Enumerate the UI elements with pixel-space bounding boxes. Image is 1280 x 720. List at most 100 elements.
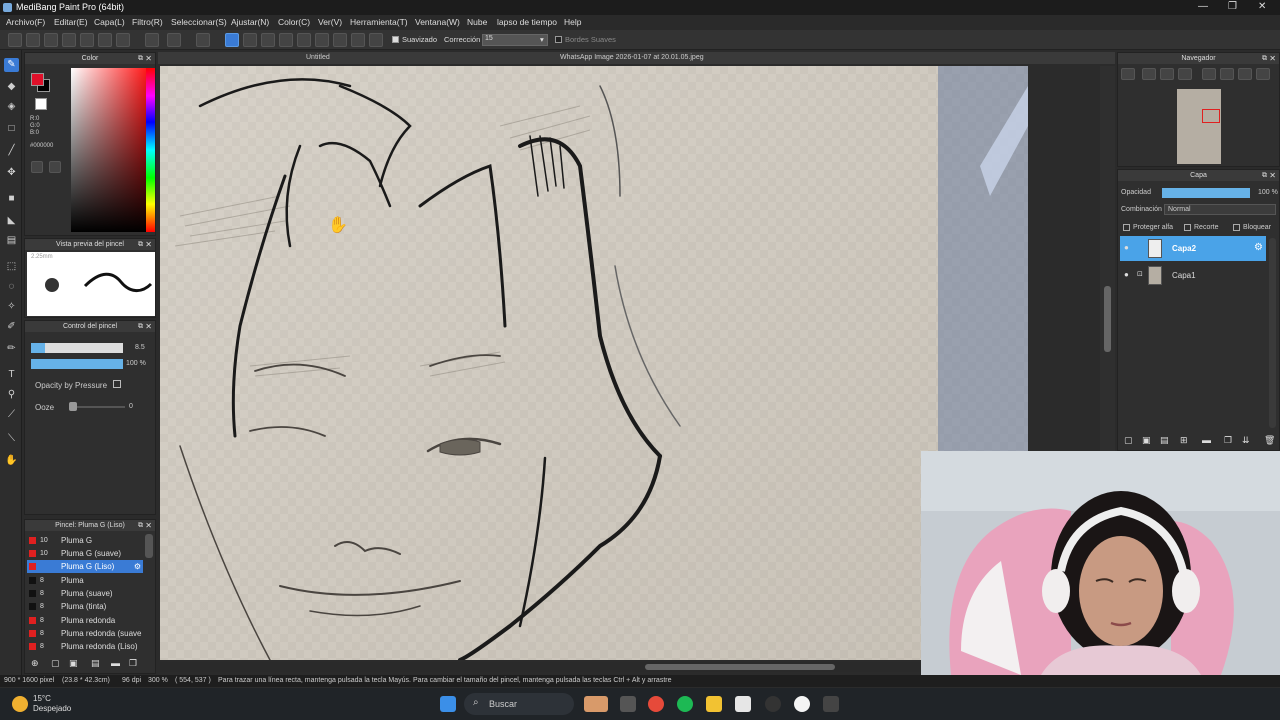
layer-opacity-slider[interactable]: [1162, 188, 1250, 198]
select-pen-tool-icon[interactable]: ✐: [4, 320, 19, 334]
brush-opacity-slider[interactable]: [31, 359, 123, 369]
minimize-button[interactable]: —: [1198, 1, 1208, 12]
folder-icon[interactable]: ▬: [1202, 435, 1211, 445]
new-layer-icon[interactable]: ▢: [1124, 435, 1133, 446]
suavizado-checkbox[interactable]: [392, 36, 399, 43]
line-tool-icon[interactable]: ╱: [4, 144, 19, 158]
select-eraser-tool-icon[interactable]: ✏: [4, 342, 19, 356]
pin-icon[interactable]: ⧉: [1262, 170, 1267, 181]
gradient-tool-icon[interactable]: ▤: [4, 234, 19, 248]
ooze-slider-handle[interactable]: [69, 402, 77, 411]
undo-icon[interactable]: [145, 33, 159, 47]
zoom-in-icon[interactable]: [1142, 68, 1156, 80]
pin-icon[interactable]: ⧉: [138, 53, 143, 64]
layer-scrollbar[interactable]: [1269, 238, 1276, 428]
clipping-checkbox[interactable]: [1184, 224, 1191, 231]
snap-curve-icon[interactable]: [333, 33, 347, 47]
reset-view-icon[interactable]: [1256, 68, 1270, 80]
menu-archivo[interactable]: Archivo(F): [6, 17, 45, 27]
pen-tool-icon[interactable]: ✎: [4, 58, 19, 72]
brush-item[interactable]: 8 Pluma: [27, 574, 143, 587]
save-icon[interactable]: [62, 33, 76, 47]
duplicate-layer-icon[interactable]: ❐: [1224, 435, 1232, 446]
brush-item[interactable]: 8 Pluma (tinta): [27, 600, 143, 613]
foreground-color-swatch[interactable]: [31, 73, 44, 86]
hue-slider[interactable]: [146, 68, 155, 232]
duplicate-brush-icon[interactable]: ▣: [69, 658, 78, 669]
add-brush-icon[interactable]: ⊕: [31, 658, 39, 669]
pin-icon[interactable]: ⧉: [138, 239, 143, 250]
gear-icon[interactable]: ⚙: [134, 560, 141, 573]
palette-icon[interactable]: [31, 161, 43, 173]
magic-wand-tool-icon[interactable]: ✧: [4, 300, 19, 314]
taskbar-search-box[interactable]: ⌕ Buscar: [464, 693, 574, 715]
menu-seleccionar[interactable]: Seleccionar(S): [171, 17, 227, 27]
white-swatch[interactable]: [35, 98, 47, 110]
new-file-icon[interactable]: [26, 33, 40, 47]
chrome-app-icon[interactable]: [794, 696, 810, 712]
grid-icon[interactable]: [116, 33, 130, 47]
ooze-slider[interactable]: [69, 406, 125, 408]
rotate-right-icon[interactable]: [1238, 68, 1252, 80]
brush-item[interactable]: 10 Pluma G: [27, 534, 143, 547]
windows-start-icon[interactable]: [440, 696, 456, 712]
rotate-left-icon[interactable]: [1202, 68, 1216, 80]
weather-widget[interactable]: 15°C Despejado: [33, 694, 71, 714]
tab-untitled[interactable]: Untitled: [306, 54, 330, 61]
move-tool-icon[interactable]: ✥: [4, 166, 19, 180]
menu-nube[interactable]: Nube: [467, 17, 487, 27]
navigator-thumbnail[interactable]: [1177, 89, 1221, 164]
snap-parallel-icon[interactable]: [243, 33, 257, 47]
select-rect-tool-icon[interactable]: ⬚: [4, 260, 19, 274]
eyedropper-tool-icon[interactable]: ⟍: [4, 432, 19, 446]
brush-item[interactable]: 8 Pluma (suave): [27, 587, 143, 600]
vertical-scroll-thumb[interactable]: [1104, 286, 1111, 352]
bucket-tool-icon[interactable]: ◣: [4, 214, 19, 228]
correccion-select[interactable]: 15: [482, 34, 548, 46]
task-view-icon[interactable]: [620, 696, 636, 712]
menu-capa[interactable]: Capa(L): [94, 17, 125, 27]
file-explorer-icon[interactable]: [706, 696, 722, 712]
operation-tool-icon[interactable]: ⚲: [4, 388, 19, 402]
close-icon[interactable]: ✕: [1269, 170, 1276, 181]
search-highlight-icon[interactable]: [584, 696, 608, 712]
weather-sun-icon[interactable]: [12, 696, 28, 712]
flip-icon[interactable]: [1220, 68, 1234, 80]
divide-tool-icon[interactable]: ⟋: [4, 408, 19, 422]
layers-icon[interactable]: [98, 33, 112, 47]
snap-perspective-icon[interactable]: [297, 33, 311, 47]
spotify-icon[interactable]: [677, 696, 693, 712]
trash-icon[interactable]: 🗑: [1264, 435, 1275, 446]
new-brush-icon[interactable]: ▢: [51, 658, 60, 669]
medibang-icon[interactable]: [823, 696, 839, 712]
blend-mode-select[interactable]: Normal: [1164, 204, 1276, 215]
protect-alpha-checkbox[interactable]: [1123, 224, 1130, 231]
horizontal-scroll-thumb[interactable]: [645, 664, 835, 670]
eyedrop-icon[interactable]: [49, 161, 61, 173]
layer-row-selected[interactable]: ● Capa2 ⚙: [1120, 236, 1266, 261]
lock-checkbox[interactable]: [1233, 224, 1240, 231]
store-icon[interactable]: [735, 696, 751, 712]
menu-editar[interactable]: Editar(E): [54, 17, 88, 27]
fit-icon[interactable]: [1160, 68, 1174, 80]
lasso-tool-icon[interactable]: ◌: [4, 280, 19, 294]
brush-item[interactable]: 8 Pluma redonda (suave: [27, 627, 143, 640]
brush-item[interactable]: 8 Pluma redonda (Liso): [27, 640, 143, 653]
hand-tool-icon[interactable]: ✋: [4, 454, 19, 468]
menu-herramienta[interactable]: Herramienta(T): [350, 17, 408, 27]
menu-ventana[interactable]: Ventana(W): [415, 17, 460, 27]
visibility-eye-icon[interactable]: ●: [1124, 270, 1129, 279]
chrome-icon[interactable]: [648, 696, 664, 712]
navigator-viewport[interactable]: [1202, 109, 1220, 123]
snap-circle-icon[interactable]: [315, 33, 329, 47]
copy-brush-icon[interactable]: ❐: [129, 658, 137, 669]
brush-item-selected[interactable]: Pluma G (Liso) ⚙: [27, 560, 143, 573]
brush-item[interactable]: 10 Pluma G (suave): [27, 547, 143, 560]
cloud-icon[interactable]: [8, 33, 22, 47]
eraser-tool-icon[interactable]: ◆: [4, 80, 19, 94]
fill-rect-tool-icon[interactable]: ■: [4, 192, 19, 206]
bordes-suaves-checkbox[interactable]: [555, 36, 562, 43]
brush-item[interactable]: 8 Pluma redonda: [27, 614, 143, 627]
dot-tool-icon[interactable]: ◈: [4, 100, 19, 114]
open-icon[interactable]: [44, 33, 58, 47]
